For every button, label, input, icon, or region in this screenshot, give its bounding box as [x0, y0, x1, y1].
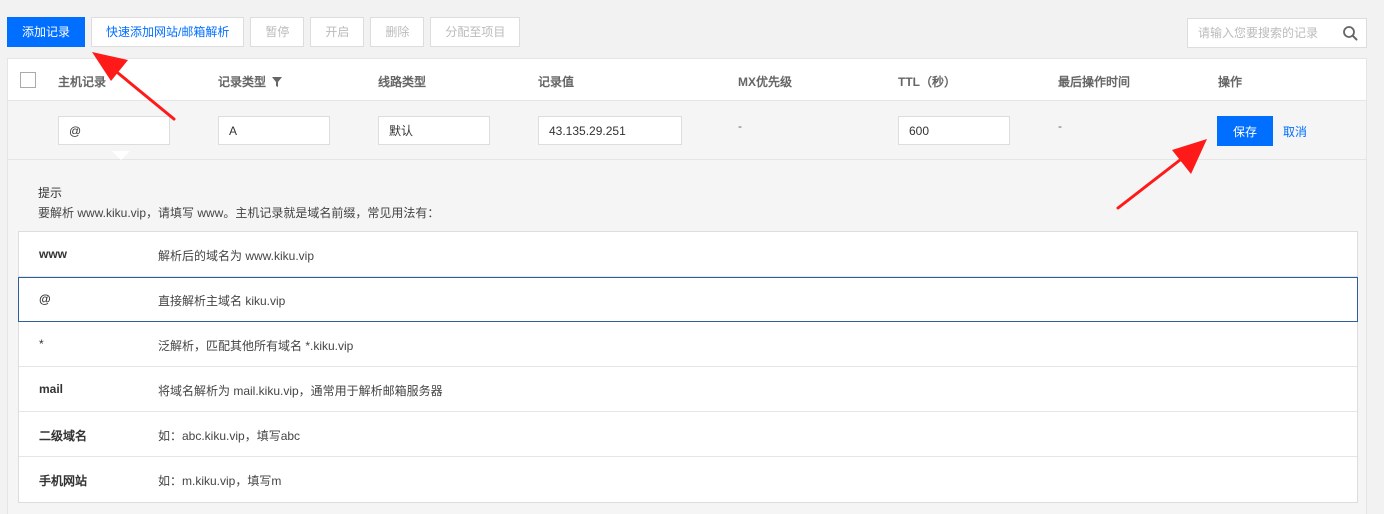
col-line: 线路类型	[378, 75, 427, 89]
edit-record-row: - - 保存 取消	[8, 101, 1366, 160]
quick-add-button[interactable]: 快速添加网站/邮箱解析	[91, 17, 245, 47]
col-mx: MX优先级	[738, 75, 793, 89]
col-action: 操作	[1218, 75, 1243, 89]
ttl-input[interactable]	[898, 116, 1010, 145]
host-tips-panel: 提示 要解析 www.kiku.vip，请填写 www。主机记录就是域名前缀，常…	[8, 160, 1366, 514]
value-input[interactable]	[538, 116, 682, 145]
tips-description: 要解析 www.kiku.vip，请填写 www。主机记录就是域名前缀，常见用法…	[38, 206, 440, 220]
tip-row-wildcard[interactable]: * 泛解析，匹配其他所有域名 *.kiku.vip	[19, 322, 1357, 367]
table-header: 主机记录 记录类型 线路类型 记录值 MX优先级 TTL（秒） 最后操作时间 操…	[8, 59, 1366, 101]
tips-list: www 解析后的域名为 www.kiku.vip @ 直接解析主域名 kiku.…	[18, 231, 1358, 503]
col-host: 主机记录	[58, 75, 107, 89]
host-input[interactable]	[58, 116, 170, 145]
last-op-value: -	[1058, 119, 1062, 133]
mx-value: -	[738, 119, 742, 133]
tip-row-at[interactable]: @ 直接解析主域名 kiku.vip	[18, 277, 1358, 322]
col-last-op: 最后操作时间	[1058, 75, 1131, 89]
records-table: 主机记录 记录类型 线路类型 记录值 MX优先级 TTL（秒） 最后操作时间 操…	[7, 58, 1367, 514]
col-type[interactable]: 记录类型	[218, 73, 283, 90]
tip-row-subdomain[interactable]: 二级域名 如：abc.kiku.vip，填写abc	[19, 412, 1357, 457]
tip-key: www	[39, 247, 68, 261]
line-select[interactable]	[378, 116, 490, 145]
search-box	[1187, 18, 1367, 48]
search-input[interactable]	[1188, 19, 1338, 47]
tip-row-www[interactable]: www 解析后的域名为 www.kiku.vip	[19, 232, 1357, 277]
type-select[interactable]	[218, 116, 330, 145]
col-type-label: 记录类型	[218, 75, 267, 89]
tip-row-mobile[interactable]: 手机网站 如：m.kiku.vip，填写m	[19, 457, 1357, 502]
select-all-checkbox[interactable]	[20, 72, 36, 88]
tooltip-caret	[112, 151, 130, 160]
tip-desc: 解析后的域名为 www.kiku.vip	[158, 249, 315, 263]
tip-key: @	[39, 292, 51, 306]
tip-desc: 直接解析主域名 kiku.vip	[158, 294, 286, 308]
enable-button[interactable]: 开启	[310, 17, 365, 47]
tip-desc: 泛解析，匹配其他所有域名 *.kiku.vip	[158, 339, 354, 353]
pause-button[interactable]: 暂停	[250, 17, 305, 47]
tips-title: 提示	[38, 186, 63, 200]
tip-desc: 如：m.kiku.vip，填写m	[158, 474, 282, 488]
col-value: 记录值	[538, 75, 575, 89]
tip-key: *	[39, 337, 44, 351]
toolbar: 添加记录 快速添加网站/邮箱解析 暂停 开启 删除 分配至项目	[7, 17, 526, 47]
save-button[interactable]: 保存	[1217, 116, 1273, 146]
tip-key: 手机网站	[39, 474, 88, 488]
delete-button[interactable]: 删除	[370, 17, 425, 47]
tip-desc: 如：abc.kiku.vip，填写abc	[158, 429, 301, 443]
assign-project-button[interactable]: 分配至项目	[430, 17, 521, 47]
col-ttl: TTL（秒）	[898, 75, 956, 89]
search-icon[interactable]	[1342, 25, 1358, 41]
add-record-button[interactable]: 添加记录	[7, 17, 86, 47]
tip-key: mail	[39, 382, 64, 396]
tip-key: 二级域名	[39, 429, 88, 443]
cancel-link[interactable]: 取消	[1283, 123, 1307, 140]
tip-desc: 将域名解析为 mail.kiku.vip，通常用于解析邮箱服务器	[158, 384, 443, 398]
tip-row-mail[interactable]: mail 将域名解析为 mail.kiku.vip，通常用于解析邮箱服务器	[19, 367, 1357, 412]
filter-icon[interactable]	[272, 77, 283, 87]
